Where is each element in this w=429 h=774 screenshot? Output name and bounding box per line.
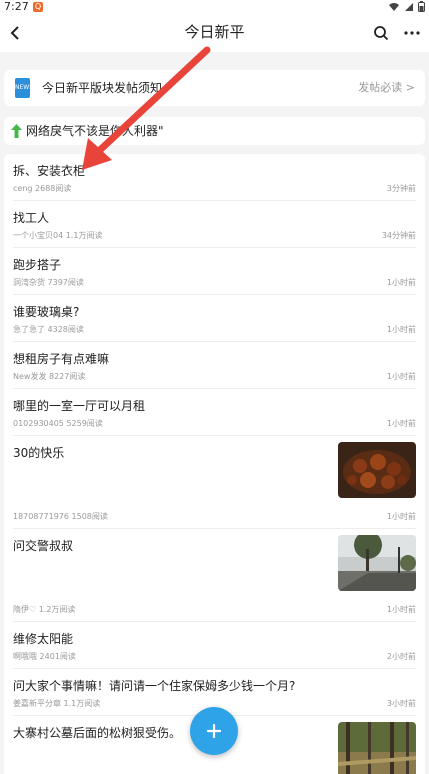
signal-icon <box>405 2 413 11</box>
post-meta: 急了急了 4328阅读 <box>13 325 84 334</box>
more-button[interactable] <box>400 21 424 45</box>
list-item[interactable]: 30的快乐 18708771976 1508阅读 1小时前 <box>4 436 425 529</box>
post-title: 维修太阳能 <box>13 632 74 646</box>
post-time: 1小时前 <box>386 278 416 287</box>
more-dots-icon <box>404 31 420 35</box>
post-title: 问大家个事情嘛！请问请一个住家保姆多少钱一个月? <box>13 679 296 693</box>
rule-text: 网络戾气不该是伤人利器" <box>26 124 164 138</box>
post-time: 1小时前 <box>386 605 416 614</box>
forest-image-icon <box>338 722 416 774</box>
post-meta: 18708771976 1508阅读 <box>13 512 108 521</box>
post-title: 30的快乐 <box>13 446 65 460</box>
post-title: 拆、安装衣柜 <box>13 164 86 178</box>
post-meta: 啊哦哦 2401阅读 <box>13 652 76 661</box>
list-item[interactable]: 维修太阳能 啊哦哦 2401阅读 2小时前 <box>4 622 425 669</box>
post-time: 34分钟前 <box>381 231 416 240</box>
post-title: 找工人 <box>13 211 50 225</box>
post-meta: 洞湾杂货 7397阅读 <box>13 278 84 287</box>
post-meta: 姜嘉新平分章 1.1万阅读 <box>13 699 101 708</box>
post-thumbnail-street <box>338 535 416 591</box>
notice-title: 今日新平版块发帖须知 <box>42 81 163 95</box>
post-list: 拆、安装衣柜 ceng 2688阅读 3分钟前 找工人 一个小宝贝04 1.1万… <box>4 154 425 774</box>
post-thumbnail-forest <box>338 722 416 774</box>
post-title: 问交警叔叔 <box>13 539 74 553</box>
back-button[interactable] <box>3 21 27 45</box>
street-image-icon <box>338 535 416 591</box>
up-arrow-icon <box>11 124 22 138</box>
post-title: 谁要玻璃桌? <box>13 305 80 319</box>
list-item[interactable]: 谁要玻璃桌? 急了急了 4328阅读 1小时前 <box>4 295 425 342</box>
app-bar: 今日新平 <box>0 14 429 52</box>
post-time: 1小时前 <box>386 372 416 381</box>
new-post-button[interactable] <box>190 707 238 755</box>
post-title: 大寨村公墓后面的松树狠受伤。 <box>13 726 182 740</box>
list-item[interactable]: 哪里的一室一厅可以月租 0102930405 5259阅读 1小时前 <box>4 389 425 436</box>
list-item[interactable]: 拆、安装衣柜 ceng 2688阅读 3分钟前 <box>4 154 425 201</box>
post-time: 2小时前 <box>386 652 416 661</box>
status-bar: 7:27 Q <box>0 0 429 14</box>
post-time: 1小时前 <box>386 325 416 334</box>
back-arrow-icon <box>10 26 19 40</box>
page-title: 今日新平 <box>184 23 245 41</box>
post-title: 跑步搭子 <box>13 258 62 272</box>
list-item[interactable]: 想租房子有点难嘛 New发发 8227阅读 1小时前 <box>4 342 425 389</box>
list-item[interactable]: 问交警叔叔 隋伊♡ 1.2万阅读 1小时前 <box>4 529 425 622</box>
food-image-icon <box>338 442 416 498</box>
search-button[interactable] <box>369 21 393 45</box>
post-meta: 隋伊♡ 1.2万阅读 <box>13 605 76 614</box>
rule-banner[interactable]: 网络戾气不该是伤人利器" <box>4 117 425 145</box>
wifi-icon <box>389 2 399 11</box>
post-meta: ceng 2688阅读 <box>13 184 72 193</box>
list-item[interactable]: 找工人 一个小宝贝04 1.1万阅读 34分钟前 <box>4 201 425 248</box>
notice-link[interactable]: 发帖必读 > <box>358 70 415 106</box>
post-time: 1小时前 <box>386 419 416 428</box>
post-title: 想租房子有点难嘛 <box>13 352 110 366</box>
post-time: 1小时前 <box>386 512 416 521</box>
post-time: 3分钟前 <box>386 184 416 193</box>
post-meta: 一个小宝贝04 1.1万阅读 <box>13 231 103 240</box>
battery-icon <box>418 1 425 12</box>
post-thumbnail-food <box>338 442 416 498</box>
notice-card[interactable]: NEWS 今日新平版块发帖须知 发帖必读 > <box>4 70 425 106</box>
status-time: 7:27 <box>4 0 29 13</box>
plus-icon <box>207 724 221 738</box>
news-icon: NEWS <box>15 78 33 98</box>
list-item[interactable]: 跑步搭子 洞湾杂货 7397阅读 1小时前 <box>4 248 425 295</box>
post-title: 哪里的一室一厅可以月租 <box>13 399 146 413</box>
status-icons <box>388 1 425 12</box>
post-time: 3小时前 <box>386 699 416 708</box>
search-icon <box>374 26 389 41</box>
post-meta: New发发 8227阅读 <box>13 372 86 381</box>
post-meta: 0102930405 5259阅读 <box>13 419 103 428</box>
notification-badge-icon: Q <box>33 2 43 12</box>
